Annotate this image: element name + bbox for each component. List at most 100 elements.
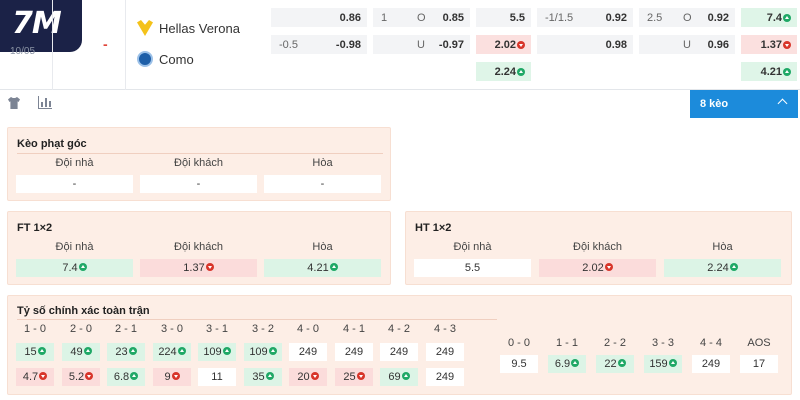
ht-handicap-away-odds[interactable]: 0.98: [537, 35, 633, 54]
ht-away-odds[interactable]: 2.02: [476, 35, 531, 54]
up-arrow-icon: [83, 347, 92, 355]
correct-score-panel: Tỷ số chính xác toàn trận 1 - 0 15 4.7 2 - …: [7, 295, 792, 395]
score-header: 4 - 4: [699, 337, 722, 349]
up-arrow-icon: [571, 359, 580, 367]
ft-away-odds[interactable]: 1.37: [741, 35, 797, 54]
ht-1x2-panel: HT 1×2 Đội nhà Đội khách Hòa 5.5 2.02 2.…: [405, 211, 792, 285]
como-crest-icon: [137, 51, 153, 67]
ft-draw-value[interactable]: 4.21: [264, 259, 381, 277]
score-odds-cell[interactable]: 20: [289, 368, 327, 386]
score-odds-cell[interactable]: 249: [380, 343, 418, 361]
score-odds-cell[interactable]: 224: [153, 343, 191, 361]
up-arrow-icon: [401, 372, 410, 380]
shirt-icon[interactable]: [8, 97, 20, 109]
score-odds-cell[interactable]: 109: [198, 343, 236, 361]
home-header: Đội nhà: [55, 241, 94, 253]
score-odds-cell[interactable]: 159: [644, 355, 682, 373]
up-arrow-icon: [329, 263, 338, 271]
score-odds-cell[interactable]: 9.5: [500, 355, 538, 373]
ft-home-value[interactable]: 7.4: [16, 259, 133, 277]
score-odds-cell[interactable]: 109: [244, 343, 282, 361]
score-odds-cell[interactable]: 22: [596, 355, 634, 373]
stats-chart-icon[interactable]: [38, 96, 52, 109]
handicap-away-odds[interactable]: -0.5 -0.98: [271, 35, 367, 54]
score-odds-cell[interactable]: 249: [426, 368, 464, 386]
score-header: AOS: [747, 337, 771, 349]
bet-count-toggle-button[interactable]: 8 kèo: [690, 90, 798, 118]
ht-draw-odds[interactable]: 2.24: [476, 62, 531, 81]
up-arrow-icon: [37, 347, 46, 355]
score-odds-cell[interactable]: 15: [16, 343, 54, 361]
away-team-name: Como: [159, 51, 194, 67]
up-arrow-icon: [128, 347, 137, 355]
home-header: Đội nhà: [453, 241, 492, 253]
corner-draw-value[interactable]: -: [264, 175, 381, 193]
up-arrow-icon: [78, 263, 87, 271]
score-odds-cell[interactable]: 5.2: [62, 368, 100, 386]
away-header: Đội khách: [573, 241, 622, 253]
up-arrow-icon: [517, 67, 525, 76]
score-odds-cell[interactable]: 23: [107, 343, 145, 361]
score-odds-cell[interactable]: 249: [692, 355, 730, 373]
score-odds-cell[interactable]: 49: [62, 343, 100, 361]
score-odds-cell[interactable]: 9: [153, 368, 191, 386]
ht-draw-value[interactable]: 2.24: [664, 259, 781, 277]
score-odds-cell[interactable]: 17: [740, 355, 778, 373]
panel-title: FT 1×2: [17, 222, 53, 234]
score-odds-cell[interactable]: 35: [244, 368, 282, 386]
ft-draw-odds[interactable]: 4.21: [741, 62, 797, 81]
score-odds-cell[interactable]: 6.8: [107, 368, 145, 386]
down-arrow-icon: [85, 372, 94, 380]
down-arrow-icon: [517, 40, 525, 49]
corner-away-value[interactable]: -: [140, 175, 257, 193]
up-arrow-icon: [222, 347, 231, 355]
ht-ou-over-odds[interactable]: 2.5 O 0.92: [639, 8, 735, 27]
score-odds-cell[interactable]: 4.7: [16, 368, 54, 386]
up-arrow-icon: [729, 263, 738, 271]
score-odds-cell[interactable]: 6.9: [548, 355, 586, 373]
draw-header: Hòa: [312, 157, 333, 169]
ft-home-odds[interactable]: 7.4: [741, 8, 797, 27]
score-odds-cell[interactable]: 69: [380, 368, 418, 386]
home-team[interactable]: Hellas Verona: [137, 18, 240, 38]
score-header: 4 - 0: [296, 323, 319, 335]
down-arrow-icon: [39, 372, 48, 380]
score-odds-cell[interactable]: 25: [335, 368, 373, 386]
ht-away-value[interactable]: 2.02: [539, 259, 656, 277]
ht-home-value[interactable]: 5.5: [414, 259, 531, 277]
ou-over-odds[interactable]: 1 O 0.85: [373, 8, 470, 27]
away-team[interactable]: Como: [137, 49, 194, 69]
ht-handicap-home-odds[interactable]: -1/1.5 0.92: [537, 8, 633, 27]
ou-under-odds[interactable]: U -0.97: [373, 35, 470, 54]
score-header: 2 - 0: [69, 323, 92, 335]
away-header: Đội khách: [174, 157, 223, 169]
score-header: 4 - 2: [387, 323, 410, 335]
score-odds-cell[interactable]: 249: [289, 343, 327, 361]
up-arrow-icon: [783, 13, 791, 22]
ht-ou-under-odds[interactable]: U 0.96: [639, 35, 735, 54]
panel-title: HT 1×2: [415, 222, 452, 234]
score-header: 0 - 0: [507, 337, 530, 349]
up-arrow-icon: [668, 359, 677, 367]
down-arrow-icon: [171, 372, 180, 380]
corner-home-value[interactable]: -: [16, 175, 133, 193]
site-logo[interactable]: 7M: [0, 0, 82, 52]
score-header: 2 - 2: [603, 337, 626, 349]
match-toolbar: 8 kèo: [0, 90, 800, 118]
score-odds-cell[interactable]: 249: [426, 343, 464, 361]
draw-header: Hòa: [312, 241, 333, 253]
down-arrow-icon: [604, 263, 613, 271]
down-arrow-icon: [356, 372, 365, 380]
score-header: 3 - 2: [251, 323, 274, 335]
ft-away-value[interactable]: 1.37: [140, 259, 257, 277]
down-arrow-icon: [310, 372, 319, 380]
up-arrow-icon: [783, 67, 791, 76]
score-odds-cell[interactable]: 249: [335, 343, 373, 361]
score-odds-cell[interactable]: 11: [198, 368, 236, 386]
down-arrow-icon: [205, 263, 214, 271]
ht-home-odds[interactable]: 5.5: [476, 8, 531, 27]
panel-title: Tỷ số chính xác toàn trận: [17, 305, 150, 317]
draw-header: Hòa: [712, 241, 733, 253]
up-arrow-icon: [617, 359, 626, 367]
handicap-home-odds[interactable]: 0.86: [271, 8, 367, 27]
